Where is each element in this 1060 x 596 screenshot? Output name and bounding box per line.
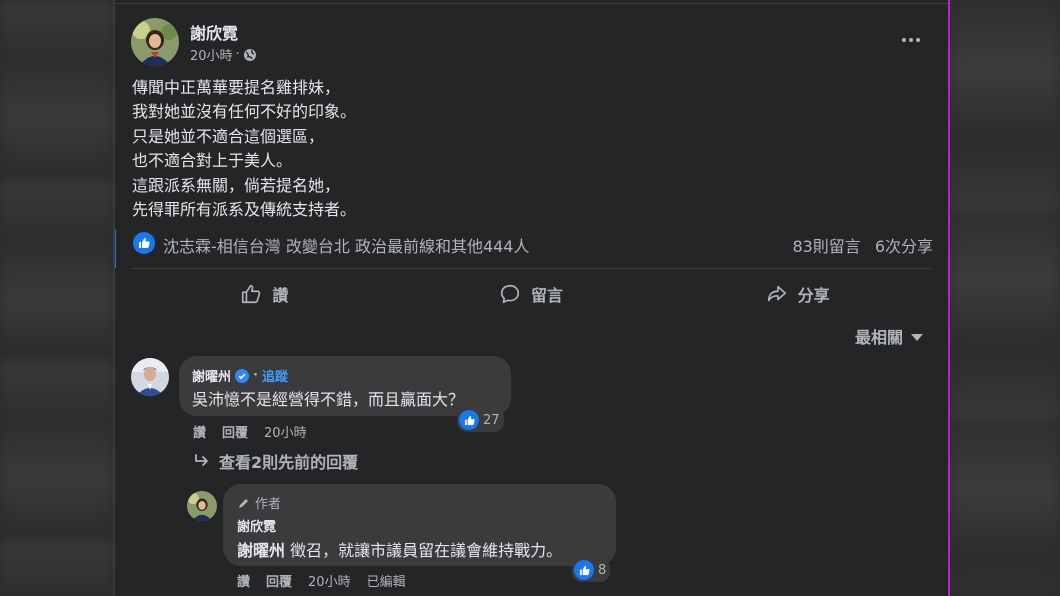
comment-reaction-count[interactable]: 27: [457, 408, 504, 432]
reactions-bar: 沈志霖-相信台灣 改變台北 政治最前線和其他444人 83則留言 6次分享: [113, 230, 949, 268]
post-author-name[interactable]: 謝欣霓: [190, 20, 238, 44]
reply-reaction-count[interactable]: 8: [572, 558, 611, 582]
facebook-post-panel: 謝欣霓 20小時 · 傳聞中正萬華要提名雞排妹， 我對她並沒有任何不好的印象。 …: [113, 0, 949, 596]
post-action-row: 讚 留言 分享: [131, 272, 931, 316]
reply-time[interactable]: 20小時: [308, 571, 351, 590]
like-count: 8: [598, 562, 607, 578]
sort-label: 最相關: [855, 328, 904, 347]
post-line: 也不適合對上于美人。: [132, 151, 293, 171]
background-right: [949, 0, 1060, 596]
panel-left-edge: [113, 0, 115, 596]
like-reaction-icon[interactable]: [133, 232, 155, 254]
comment-author-name[interactable]: 謝曜州: [192, 366, 231, 385]
reply-author-name[interactable]: 謝欣霓: [237, 516, 276, 535]
pencil-icon: [239, 498, 248, 508]
mention-link[interactable]: 謝曜州: [237, 541, 285, 560]
reply-text: 謝曜州 徵召，就讓市議員留在議會維持戰力。: [237, 537, 562, 561]
comment-label: 留言: [531, 286, 564, 305]
meta-dot: ·: [253, 368, 258, 383]
verified-badge-icon: [235, 368, 250, 383]
reply-text-body: 徵召，就讓市議員留在議會維持戰力。: [285, 541, 563, 560]
reply-author-avatar[interactable]: [187, 491, 217, 521]
post-meta: 20小時 ·: [190, 45, 257, 64]
top-divider: [113, 3, 949, 4]
reply-actions: 讚 回覆 20小時 已編輯: [237, 571, 406, 590]
caret-down-icon: [911, 334, 924, 341]
dot-icon: [909, 38, 913, 42]
post-time[interactable]: 20小時: [190, 45, 233, 64]
post-line: 只是她並不適合這個選區，: [132, 126, 325, 146]
view-previous-replies[interactable]: 查看2則先前的回覆: [193, 449, 358, 473]
like-count: 27: [483, 412, 500, 428]
like-button[interactable]: 讚: [131, 272, 398, 316]
post-body: 傳聞中正萬華要提名雞排妹， 我對她並沒有任何不好的印象。 只是她並不適合這個選區…: [132, 76, 912, 222]
dot-icon: [902, 38, 906, 42]
reply-bubble: 作者 謝欣霓 謝曜州 徵召，就讓市議員留在議會維持戰力。: [223, 484, 616, 566]
comments-count[interactable]: 83則留言: [792, 233, 860, 257]
follow-link[interactable]: 追蹤: [262, 366, 288, 385]
comment-reply-link[interactable]: 回覆: [222, 422, 248, 441]
share-label: 分享: [797, 286, 830, 305]
edited-label: 已編輯: [366, 575, 406, 590]
comment-sort-dropdown[interactable]: 最相關: [855, 324, 924, 348]
panel-right-edge: [948, 0, 950, 596]
author-badge-label: 作者: [255, 497, 282, 512]
comment-bubble-icon: [500, 284, 520, 304]
meta-dot: ·: [235, 47, 240, 62]
background-left: [0, 0, 113, 596]
post-line: 我對她並沒有任何不好的印象。: [132, 102, 357, 122]
reactions-counts: 83則留言 6次分享: [792, 233, 933, 257]
post-line: 先得罪所有派系及傳統支持者。: [132, 200, 357, 220]
reply-like-link[interactable]: 讚: [237, 571, 250, 590]
shares-count[interactable]: 6次分享: [875, 233, 933, 257]
comment-like-link[interactable]: 讚: [193, 422, 206, 441]
actions-top-divider: [131, 268, 931, 269]
comment-author-avatar[interactable]: [131, 358, 169, 396]
comment-time[interactable]: 20小時: [264, 422, 307, 441]
view-replies-label: 查看2則先前的回覆: [219, 453, 359, 472]
reply-arrow-icon: [195, 454, 208, 466]
thumbs-up-icon: [242, 284, 261, 304]
like-label: 讚: [272, 286, 289, 305]
share-button[interactable]: 分享: [664, 272, 931, 316]
reply-reply-link[interactable]: 回覆: [266, 571, 292, 590]
more-options-button[interactable]: [899, 30, 923, 50]
dot-icon: [916, 38, 920, 42]
like-reaction-icon: [574, 560, 594, 580]
reactions-names[interactable]: 沈志霖-相信台灣 改變台北 政治最前線和其他444人: [163, 233, 530, 257]
comment-bubble: 謝曜州 · 追蹤 吳沛憶不是經營得不錯，而且贏面大？: [179, 356, 511, 416]
post-author-avatar[interactable]: [131, 18, 179, 66]
like-reaction-icon: [459, 410, 479, 430]
share-arrow-icon: [767, 285, 786, 302]
comment-author: 謝曜州 · 追蹤: [192, 366, 288, 385]
post-line: 這跟派系無關，倘若提名她，: [132, 175, 341, 195]
post-line: 傳聞中正萬華要提名雞排妹，: [132, 78, 341, 97]
comment-text: 吳沛憶不是經營得不錯，而且贏面大？: [192, 390, 465, 409]
author-badge: 作者: [237, 493, 281, 512]
globe-icon: [243, 48, 257, 62]
comment-button[interactable]: 留言: [398, 272, 665, 316]
comment-actions: 讚 回覆 20小時: [193, 422, 307, 441]
